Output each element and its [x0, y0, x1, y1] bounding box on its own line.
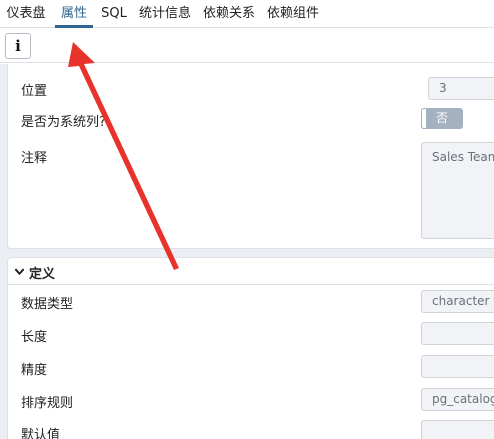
tab-statistics[interactable]: 统计信息: [136, 0, 194, 28]
length-field[interactable]: [421, 322, 494, 345]
tab-sql[interactable]: SQL: [99, 0, 129, 28]
tab-dependents[interactable]: 依赖组件: [264, 0, 322, 28]
tab-bar: 仪表盘 属性 SQL 统计信息 依赖关系 依赖组件: [0, 0, 494, 28]
tab-dashboard[interactable]: 仪表盘: [4, 0, 48, 28]
default-field[interactable]: [421, 420, 494, 439]
general-panel: 位置 3 是否为系统列? 否 注释 Sales Team: [7, 64, 494, 249]
comment-field[interactable]: Sales Team: [421, 142, 494, 239]
system-column-label: 是否为系统列?: [21, 115, 106, 130]
definition-panel: 定义 数据类型 character va 长度 精度 排序规则 pg_catal…: [7, 257, 494, 439]
comment-label: 注释: [21, 151, 48, 166]
data-type-field[interactable]: character va: [421, 290, 494, 313]
position-label: 位置: [21, 84, 48, 99]
precision-field[interactable]: [421, 355, 494, 378]
length-label: 长度: [21, 330, 48, 345]
default-label: 默认值: [21, 428, 61, 439]
toggle-knob: [421, 108, 427, 129]
system-column-toggle[interactable]: 否: [421, 108, 463, 129]
toolbar: i: [0, 28, 494, 63]
tab-dependencies[interactable]: 依赖关系: [200, 0, 258, 28]
info-icon: i: [15, 37, 21, 55]
info-button[interactable]: i: [5, 33, 31, 59]
definition-header[interactable]: 定义: [8, 258, 494, 285]
collation-field[interactable]: pg_catalog.": [421, 388, 494, 411]
chevron-down-icon: [15, 268, 24, 275]
toggle-label: 否: [436, 111, 449, 125]
precision-label: 精度: [21, 363, 48, 378]
collation-label: 排序规则: [21, 396, 74, 411]
properties-content[interactable]: 位置 3 是否为系统列? 否 注释 Sales Team 定义 数据类型 cha…: [0, 64, 494, 439]
position-field[interactable]: 3: [428, 77, 494, 100]
tab-properties[interactable]: 属性: [55, 0, 93, 28]
data-type-label: 数据类型: [21, 297, 74, 312]
definition-title: 定义: [29, 267, 56, 282]
